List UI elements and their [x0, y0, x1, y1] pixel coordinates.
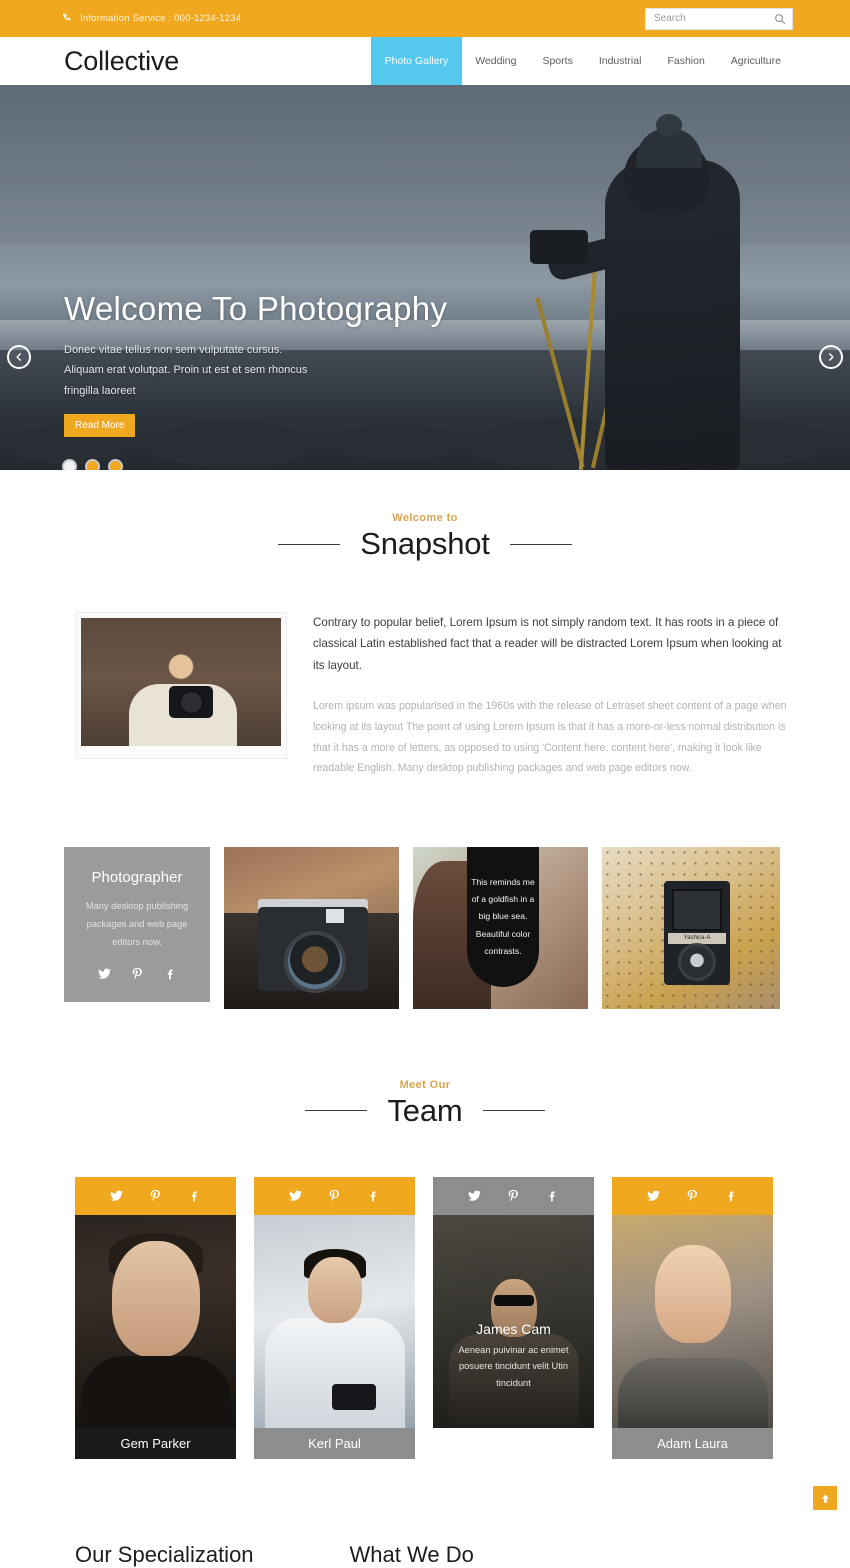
facebook-icon[interactable] [725, 1189, 738, 1202]
team-grid: Gem Parker Kerl Paul James Cam Aenean pu… [0, 1129, 850, 1459]
gallery-grid: Photographer Many desktop publishing pac… [0, 779, 850, 1009]
facebook-icon[interactable] [188, 1189, 201, 1202]
slider-dot-1[interactable] [64, 461, 75, 470]
member-photo: James Cam Aenean puivinar ac enimet posu… [433, 1214, 594, 1428]
scroll-to-top-button[interactable] [813, 1486, 837, 1510]
nav-item-sports[interactable]: Sports [529, 37, 585, 85]
member-social-bar [254, 1176, 415, 1215]
team-kicker: Meet Our [399, 1078, 451, 1091]
gallery-card-title: Photographer [91, 868, 183, 886]
facebook-icon[interactable] [546, 1189, 559, 1202]
search-icon[interactable] [774, 13, 786, 25]
member-social-bar [612, 1176, 773, 1215]
team-section: Meet Our Team Gem Parker Kerl Paul James… [0, 1009, 850, 1459]
nav-item-wedding[interactable]: Wedding [462, 37, 529, 85]
member-name: Gem Parker [75, 1427, 236, 1459]
gallery-info-card: Photographer Many desktop publishing pac… [64, 846, 210, 1002]
twitter-icon[interactable] [289, 1189, 302, 1202]
nav-item-agriculture[interactable]: Agriculture [718, 37, 794, 85]
hero-slider: Welcome To Photography Donec vitae tellu… [0, 85, 850, 470]
snapshot-paragraph-primary: Contrary to popular belief, Lorem Ipsum … [313, 616, 782, 672]
snapshot-section: Welcome to Snapshot Contrary to popular … [0, 470, 850, 779]
info-service-text: Information Service : 000-1234-1234 [80, 13, 242, 24]
rule-right [509, 543, 572, 545]
member-overlay-name: James Cam [476, 1320, 551, 1337]
snapshot-image-frame [75, 612, 287, 759]
twitter-icon[interactable] [647, 1189, 660, 1202]
facebook-icon[interactable] [367, 1189, 380, 1202]
hero-title: Welcome To Photography [64, 290, 448, 327]
member-photo [254, 1214, 415, 1428]
twitter-icon[interactable] [97, 967, 111, 980]
phone-icon [62, 13, 73, 24]
member-hover-overlay: James Cam Aenean puivinar ac enimet posu… [433, 1321, 594, 1392]
nav-item-fashion[interactable]: Fashion [654, 37, 717, 85]
member-photo [75, 1214, 236, 1428]
team-member-card[interactable]: Kerl Paul [254, 1176, 415, 1459]
nav-item-photo-gallery[interactable]: Photo Gallery [370, 37, 463, 85]
twitter-icon[interactable] [110, 1189, 123, 1202]
rule-left [305, 1110, 368, 1112]
gallery-tile-caption: This reminds me of a goldfish in a big b… [471, 876, 535, 956]
member-overlay-desc: Aenean puivinar ac enimet posuere tincid… [458, 1344, 569, 1389]
slider-dots [64, 461, 121, 470]
top-bar: Information Service : 000-1234-1234 [0, 0, 850, 37]
snapshot-kicker: Welcome to [392, 512, 458, 524]
gallery-card-social [97, 967, 177, 980]
team-title: Team [387, 1092, 463, 1128]
rule-right [482, 1110, 545, 1112]
snapshot-paragraph-secondary: Lorem ipsum was popularised in the 1960s… [313, 700, 787, 775]
hero-content: Welcome To Photography Donec vitae tellu… [64, 290, 448, 437]
pinterest-icon[interactable] [149, 1189, 162, 1202]
member-photo [612, 1214, 773, 1428]
site-logo[interactable]: Collective [64, 47, 179, 75]
pinterest-icon[interactable] [328, 1189, 341, 1202]
what-we-do-heading: What We Do [349, 1541, 474, 1567]
rule-left [278, 543, 341, 545]
gallery-tile-caption-overlay: This reminds me of a goldfish in a big b… [467, 846, 539, 987]
gallery-tile-vintage-camera[interactable]: Yashica-A [602, 846, 780, 1009]
gallery-tile-camera[interactable] [224, 846, 399, 1009]
pinterest-icon[interactable] [131, 967, 144, 980]
nav-item-industrial[interactable]: Industrial [586, 37, 655, 85]
search-input[interactable] [654, 13, 764, 24]
team-member-card[interactable]: Adam Laura [612, 1176, 773, 1459]
slider-next-button[interactable] [819, 345, 843, 369]
search-box[interactable] [645, 7, 793, 30]
member-name: Adam Laura [612, 1427, 773, 1459]
member-name: Kerl Paul [254, 1427, 415, 1459]
chevron-left-icon [14, 352, 24, 362]
read-more-button[interactable]: Read More [64, 413, 136, 437]
slider-dot-2[interactable] [87, 461, 98, 470]
site-header: Collective Photo Gallery Wedding Sports … [0, 37, 850, 85]
team-member-card[interactable]: James Cam Aenean puivinar ac enimet posu… [433, 1176, 594, 1459]
facebook-icon[interactable] [164, 967, 177, 980]
slider-prev-button[interactable] [7, 345, 31, 369]
snapshot-image [81, 618, 281, 746]
twitter-icon[interactable] [468, 1189, 481, 1202]
pinterest-icon[interactable] [507, 1189, 520, 1202]
snapshot-heading: Welcome to Snapshot [0, 512, 850, 562]
team-heading: Meet Our Team [0, 1079, 850, 1129]
member-name [433, 1428, 594, 1459]
arrow-up-icon [820, 1493, 831, 1504]
top-bar-info: Information Service : 000-1234-1234 [62, 13, 241, 24]
member-social-bar [433, 1176, 594, 1215]
bottom-section: Our Specialization What We Do [0, 1459, 850, 1568]
pinterest-icon[interactable] [686, 1189, 699, 1202]
chevron-right-icon [826, 352, 836, 362]
snapshot-title: Snapshot [360, 526, 490, 561]
slider-dot-3[interactable] [110, 461, 121, 470]
gallery-card-text: Many desktop publishing packages and web… [85, 900, 189, 947]
gallery-tile-portrait[interactable]: This reminds me of a goldfish in a big b… [413, 846, 588, 1009]
hero-subtitle: Donec vitae tellus non sem vulputate cur… [64, 343, 308, 397]
main-navigation: Photo Gallery Wedding Sports Industrial … [370, 37, 794, 85]
team-member-card[interactable]: Gem Parker [75, 1176, 236, 1459]
member-social-bar [75, 1176, 236, 1215]
specialization-heading: Our Specialization [75, 1541, 254, 1567]
